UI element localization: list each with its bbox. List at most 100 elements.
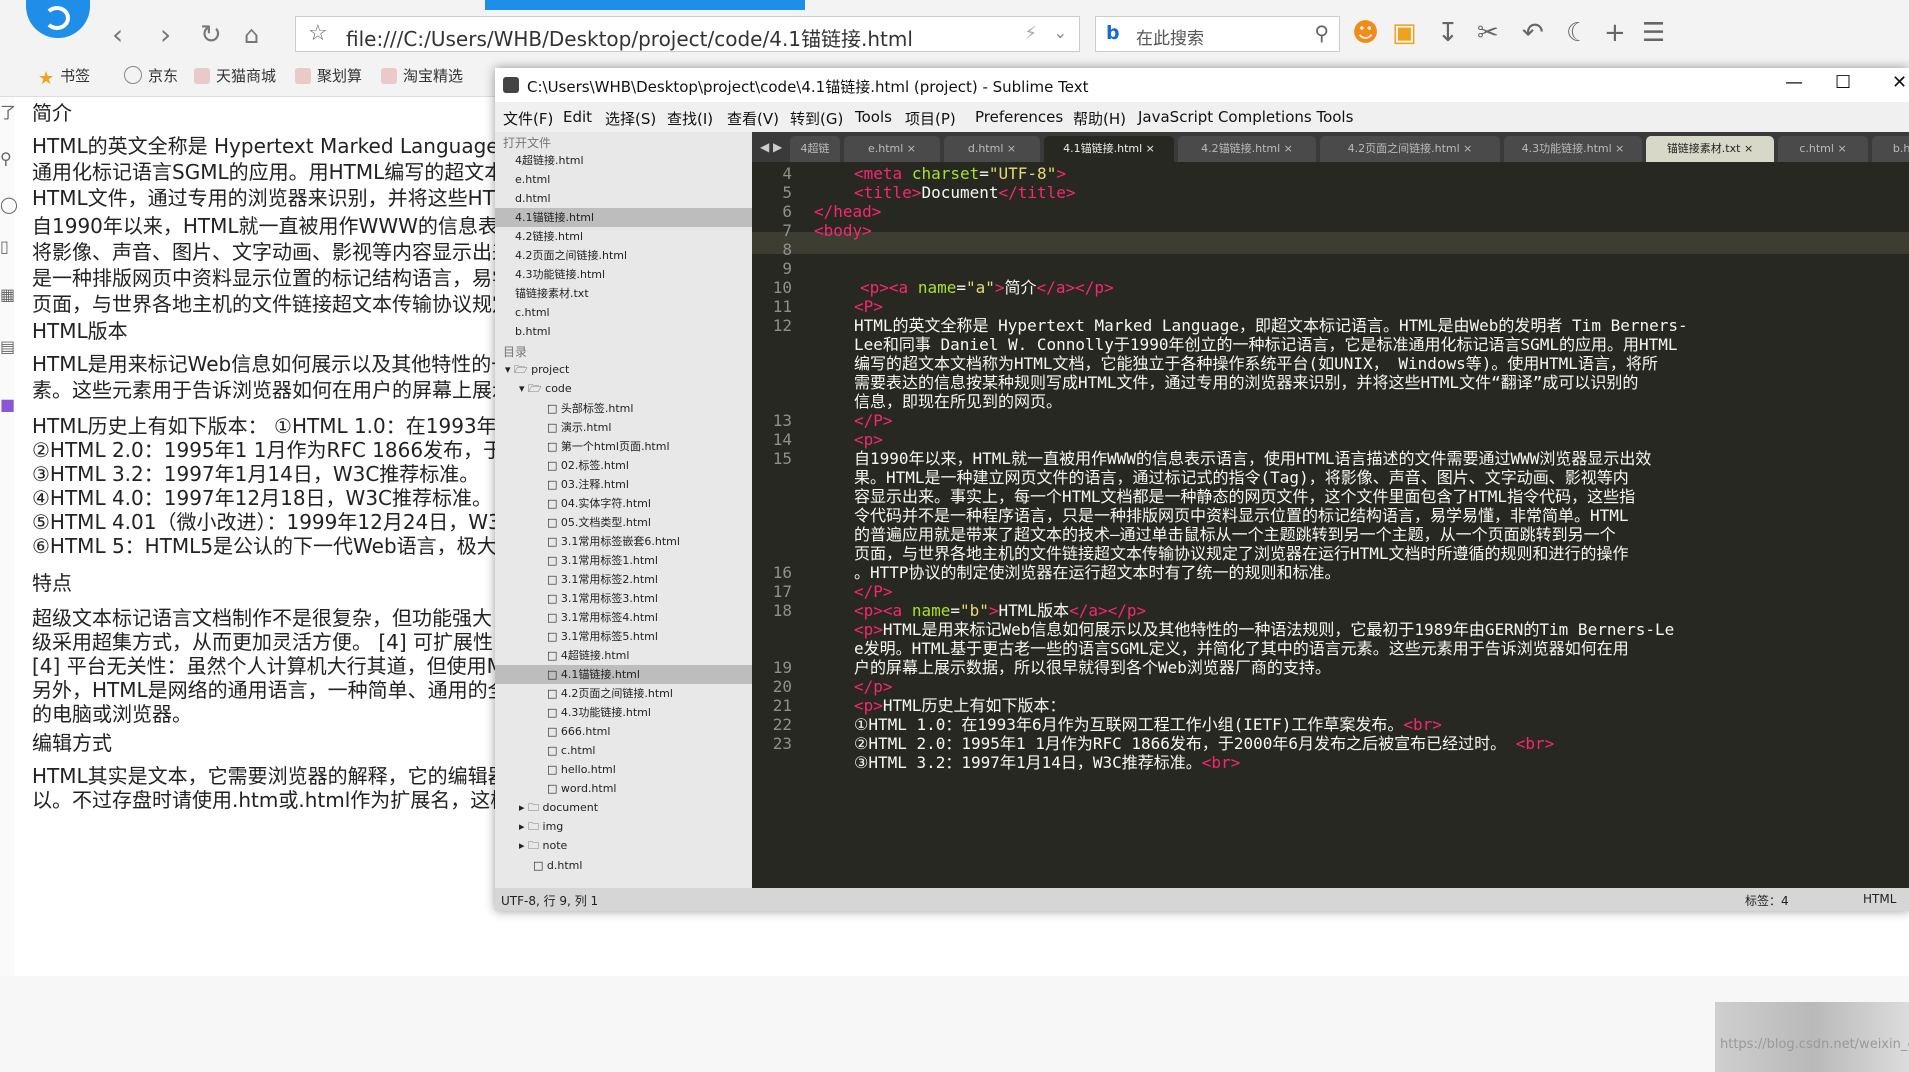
menu-project[interactable]: 项目(P): [905, 108, 956, 129]
bookmark-item[interactable]: ★ 书签: [38, 65, 90, 89]
folder-note[interactable]: ▸ 🗀 note: [519, 837, 567, 856]
file-item[interactable]: □ 3.1常用标签2.html: [495, 570, 752, 589]
lightning-icon[interactable]: ⚡: [1024, 23, 1037, 44]
tab-4-2-yemian[interactable]: 4.2页面之间链接.html ×: [1320, 136, 1500, 162]
bing-icon[interactable]: b: [1106, 22, 1120, 44]
moon-icon[interactable]: ☾: [1566, 18, 1589, 48]
folder-img[interactable]: ▸ 🗀 img: [519, 818, 563, 837]
list-icon[interactable]: ▤: [0, 337, 15, 356]
minimize-icon[interactable]: —: [1785, 72, 1803, 93]
search-input[interactable]: 在此搜索: [1136, 24, 1204, 49]
menu-help[interactable]: 帮助(H): [1073, 108, 1126, 129]
file-item[interactable]: □ 05.文档类型.html: [495, 513, 752, 532]
bookmark-item[interactable]: 天猫商城: [194, 65, 276, 86]
open-file-item[interactable]: 4.2页面之间链接.html: [495, 246, 752, 265]
star-icon[interactable]: ☆: [308, 21, 328, 46]
active-browser-tab[interactable]: [485, 0, 805, 10]
open-file-item[interactable]: c.html: [495, 303, 752, 322]
tab-scroll-icon[interactable]: ◀ ▶: [760, 140, 782, 154]
file-item[interactable]: □ word.html: [495, 779, 752, 798]
tab-b[interactable]: b.html ×: [1872, 136, 1909, 162]
close-icon[interactable]: ✕: [1892, 72, 1907, 93]
file-item[interactable]: □ 3.1常用标签5.html: [495, 627, 752, 646]
close-icon[interactable]: ×: [1615, 142, 1624, 155]
file-item[interactable]: □ 04.实体字符.html: [495, 494, 752, 513]
file-item[interactable]: □ c.html: [495, 741, 752, 760]
file-item[interactable]: □ 第一个html页面.html: [495, 437, 752, 456]
status-syntax[interactable]: HTML: [1863, 892, 1896, 906]
tab-4chaolian[interactable]: 4超链: [790, 136, 840, 162]
browser-logo-icon[interactable]: [26, 0, 90, 38]
search-icon[interactable]: ⚲: [0, 149, 12, 168]
reload-icon[interactable]: ↻: [200, 18, 222, 52]
circle-icon[interactable]: ◯: [0, 195, 18, 214]
open-file-item[interactable]: e.html: [495, 170, 752, 189]
folder-document[interactable]: ▸ 🗀 document: [519, 799, 598, 818]
file-item[interactable]: □ 3.1常用标签3.html: [495, 589, 752, 608]
plus-icon[interactable]: +: [1604, 18, 1626, 48]
menu-tools[interactable]: Tools: [855, 108, 892, 126]
close-icon[interactable]: ×: [1837, 142, 1846, 155]
close-icon[interactable]: ×: [1146, 142, 1155, 155]
download-icon[interactable]: ↧: [1437, 18, 1459, 48]
bookmark-item[interactable]: 淘宝精选: [381, 65, 463, 86]
menu-preferences[interactable]: Preferences: [975, 108, 1063, 126]
bookmark-icon[interactable]: ▯: [0, 237, 9, 256]
file-item[interactable]: □ 3.1常用标签4.html: [495, 608, 752, 627]
address-bar[interactable]: ☆ file:///C:/Users/WHB/Desktop/project/c…: [295, 16, 1080, 52]
open-file-item[interactable]: d.html: [495, 189, 752, 208]
file-item[interactable]: □ hello.html: [495, 760, 752, 779]
file-item[interactable]: □ 03.注释.html: [495, 475, 752, 494]
bookmark-item[interactable]: 聚划算: [295, 65, 362, 86]
menu-selection[interactable]: 选择(S): [605, 108, 656, 129]
close-icon[interactable]: ×: [1463, 142, 1472, 155]
file-item[interactable]: □ 3.1常用标签1.html: [495, 551, 752, 570]
close-icon[interactable]: ×: [1284, 142, 1293, 155]
url-text[interactable]: file:///C:/Users/WHB/Desktop/project/cod…: [346, 23, 913, 52]
menu-find[interactable]: 查找(I): [667, 108, 713, 129]
file-item[interactable]: □ 666.html: [495, 722, 752, 741]
menu-view[interactable]: 查看(V): [727, 108, 779, 129]
file-item[interactable]: □ 4超链接.html: [495, 646, 752, 665]
file-item-selected[interactable]: □ 4.1锚链接.html: [495, 665, 752, 684]
tab-sucai[interactable]: 锚链接素材.txt ×: [1646, 136, 1774, 162]
search-box[interactable]: b 在此搜索 ⚲: [1095, 16, 1340, 52]
scissors-icon[interactable]: ✂: [1477, 18, 1499, 48]
home-icon[interactable]: ⌂: [244, 18, 259, 52]
undo-icon[interactable]: ↶: [1522, 18, 1544, 48]
folder-code[interactable]: ▾ 🗁 code: [519, 380, 572, 399]
menu-edit[interactable]: Edit: [563, 108, 592, 126]
bookmark-item[interactable]: 京东: [124, 65, 178, 86]
file-item[interactable]: □ 头部标签.html: [495, 399, 752, 418]
close-icon[interactable]: ×: [907, 142, 916, 155]
status-tab-size[interactable]: 标签：4: [1745, 892, 1789, 909]
file-item[interactable]: □ 3.1常用标签嵌套6.html: [495, 532, 752, 551]
rail-icon[interactable]: 了: [0, 99, 16, 123]
open-file-item-selected[interactable]: 4.1锚链接.html: [495, 208, 752, 227]
chevron-down-icon[interactable]: ⌄: [1054, 23, 1067, 42]
close-icon[interactable]: ×: [1744, 142, 1753, 155]
file-item[interactable]: □ 演示.html: [495, 418, 752, 437]
menu-icon[interactable]: ☰: [1642, 18, 1665, 48]
open-file-item[interactable]: 4.3功能链接.html: [495, 265, 752, 284]
face-icon[interactable]: ☻: [1352, 18, 1379, 48]
app-icon[interactable]: ■: [0, 395, 15, 414]
open-file-item[interactable]: 锚链接素材.txt: [495, 284, 752, 303]
open-file-item[interactable]: b.html: [495, 322, 752, 341]
tab-4-3-gongneng[interactable]: 4.3功能链接.html ×: [1504, 136, 1642, 162]
menu-js-completions[interactable]: JavaScript Completions Tools: [1138, 108, 1353, 126]
code-editor[interactable]: <meta charset="UTF-8"> <title>Document</…: [808, 162, 1909, 888]
tab-4-1-maolianjie[interactable]: 4.1锚链接.html ×: [1044, 136, 1174, 162]
maximize-icon[interactable]: ☐: [1835, 72, 1851, 93]
search-icon[interactable]: ⚲: [1314, 21, 1329, 45]
window-icon[interactable]: ▣: [1392, 18, 1417, 48]
forward-icon[interactable]: ›: [160, 18, 171, 52]
tab-e[interactable]: e.html ×: [844, 136, 940, 162]
grid-icon[interactable]: ▦: [0, 285, 15, 304]
open-file-item[interactable]: 4.2链接.html: [495, 227, 752, 246]
tab-4-2-maolianjie[interactable]: 4.2锚链接.html ×: [1178, 136, 1316, 162]
menu-goto[interactable]: 转到(G): [790, 108, 843, 129]
tab-d[interactable]: d.html ×: [944, 136, 1040, 162]
file-item[interactable]: □ 4.2页面之间链接.html: [495, 684, 752, 703]
file-item[interactable]: □ d.html: [495, 856, 752, 875]
